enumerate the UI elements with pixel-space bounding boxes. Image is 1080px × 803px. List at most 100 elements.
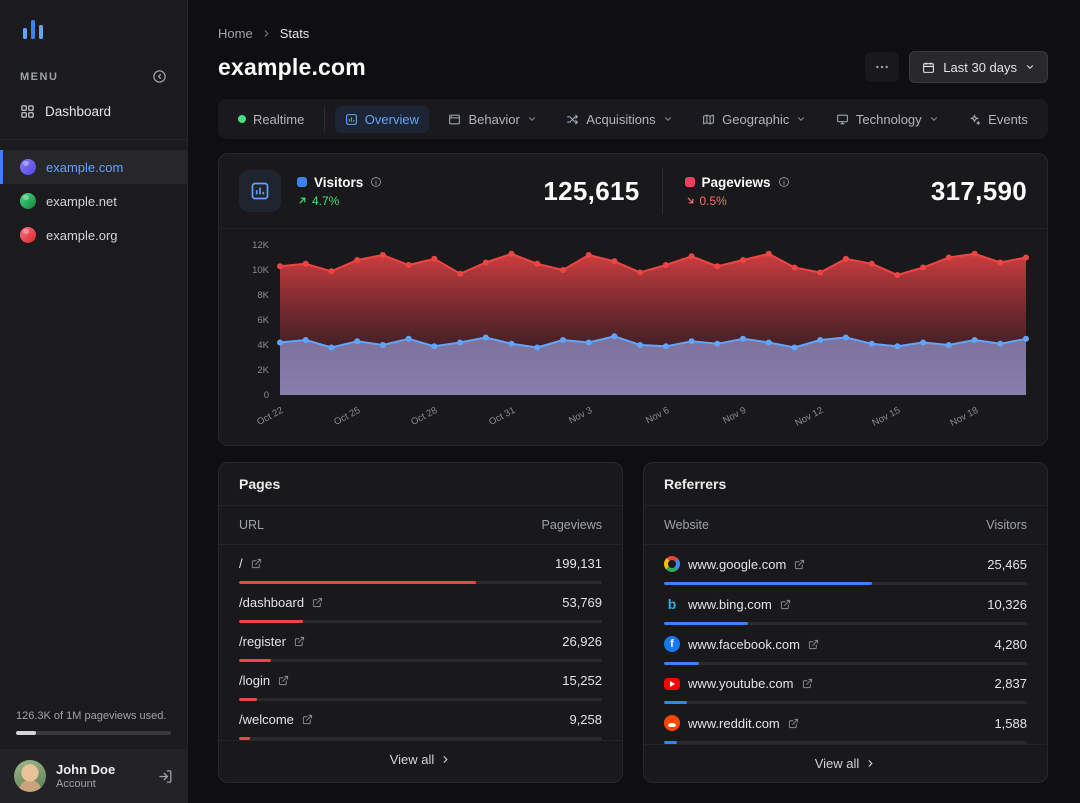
pages-view-all-button[interactable]: View all: [219, 740, 622, 778]
chevron-right-icon: [261, 28, 272, 39]
row-value: 2,837: [994, 676, 1027, 691]
breadcrumb-home[interactable]: Home: [218, 26, 253, 41]
external-link-icon[interactable]: [294, 636, 305, 647]
visitors-swatch: [297, 177, 307, 187]
sidebar: MENU Dashboard example.com example.net exa…: [0, 0, 188, 803]
external-link-icon[interactable]: [312, 597, 323, 608]
date-range-button[interactable]: Last 30 days: [909, 51, 1048, 83]
view-all-label: View all: [389, 752, 435, 767]
bing-favicon: [664, 596, 680, 612]
referrers-column-headers: Website Visitors: [644, 506, 1047, 545]
usage-progressbar: [16, 731, 171, 735]
divider: [661, 168, 663, 214]
pages-column-headers: URL Pageviews: [219, 506, 622, 545]
overview-icon: [345, 113, 358, 126]
chevron-right-icon: [865, 758, 876, 769]
stat-header: Visitors 4.7% 125,615 Pageviews 0.5% 317…: [219, 154, 1047, 229]
traffic-chart: 0 2K 4K 6K 8K 10K 12K Oct 22 Oct 25 Oct 28 Oct 31…: [239, 237, 1029, 441]
more-options-button[interactable]: [865, 52, 900, 82]
external-link-icon[interactable]: [808, 639, 819, 650]
column-header-pageviews: Pageviews: [541, 518, 602, 532]
tab-bar: Realtime Overview Behavior Acquisitions Geog…: [218, 99, 1048, 139]
collapse-sidebar-icon[interactable]: [152, 69, 167, 84]
bar-chart-icon: [251, 182, 269, 200]
tab-geographic[interactable]: Geographic: [692, 106, 816, 133]
external-link-icon[interactable]: [794, 559, 805, 570]
referrer-row[interactable]: www.youtube.com 2,837: [644, 665, 1047, 704]
tab-realtime[interactable]: Realtime: [228, 105, 326, 133]
external-link-icon[interactable]: [251, 558, 262, 569]
title-actions: Last 30 days: [865, 51, 1048, 83]
chart-style-button[interactable]: [239, 170, 281, 212]
sidebar-item-dashboard[interactable]: Dashboard: [0, 94, 187, 129]
user-role: Account: [56, 778, 96, 790]
site-label: example.org: [46, 227, 118, 243]
tab-technology[interactable]: Technology: [826, 106, 949, 133]
page-row[interactable]: /login 15,252: [219, 662, 622, 701]
sign-out-icon[interactable]: [158, 769, 173, 784]
x-axis-label: Oct 25: [332, 405, 363, 428]
calendar-icon: [922, 61, 935, 74]
referrer-row[interactable]: www.bing.com 10,326: [644, 585, 1047, 625]
external-link-icon[interactable]: [780, 599, 791, 610]
column-header-url: URL: [239, 518, 265, 532]
external-link-icon[interactable]: [302, 714, 313, 725]
chevron-down-icon: [796, 114, 806, 124]
app-logo[interactable]: [0, 0, 187, 53]
chevron-down-icon: [663, 114, 673, 124]
row-value: 25,465: [987, 556, 1027, 572]
page-row[interactable]: /welcome 9,258: [219, 701, 622, 740]
pageviews-change: 0.5%: [699, 193, 727, 208]
page-row[interactable]: /register 26,926: [219, 623, 622, 662]
x-axis-label: Nov 6: [643, 405, 672, 427]
external-link-icon[interactable]: [788, 718, 799, 729]
nav-label: Dashboard: [45, 104, 112, 119]
divider: [0, 139, 187, 140]
avatar: [14, 760, 46, 792]
pages-card-title: Pages: [219, 463, 622, 506]
date-range-label: Last 30 days: [943, 59, 1017, 75]
pageviews-value: 317,590: [930, 175, 1027, 206]
pageviews-swatch: [684, 177, 695, 187]
referrer-row[interactable]: www.reddit.com 1,588: [644, 704, 1047, 744]
row-value: 1,588: [994, 715, 1027, 731]
reddit-favicon: [664, 715, 680, 731]
y-axis-label: 8K: [257, 290, 269, 301]
external-link-icon[interactable]: [278, 675, 289, 686]
sidebar-item-example-org[interactable]: example.org: [0, 218, 187, 252]
external-link-icon[interactable]: [802, 678, 813, 689]
logo-bars-icon: [23, 20, 43, 39]
row-label: /: [239, 556, 243, 571]
y-axis-label: 4K: [257, 340, 269, 351]
y-axis-label: 0: [263, 390, 269, 401]
referrer-row[interactable]: www.facebook.com 4,280: [644, 625, 1047, 665]
tab-acquisitions[interactable]: Acquisitions: [556, 106, 682, 133]
row-label: /welcome: [239, 712, 294, 727]
breadcrumb: Home Stats: [218, 26, 1048, 41]
tab-behavior[interactable]: Behavior: [438, 106, 546, 133]
user-card[interactable]: John Doe Account: [0, 749, 187, 803]
info-icon[interactable]: [778, 176, 790, 188]
row-value: 199,131: [555, 556, 602, 571]
sidebar-item-example-net[interactable]: example.net: [0, 184, 187, 218]
menu-heading: MENU: [20, 70, 59, 83]
visitors-value: 125,615: [543, 175, 640, 206]
referrers-view-all-button[interactable]: View all: [644, 744, 1047, 782]
x-axis-label: Nov 12: [793, 405, 826, 429]
view-all-label: View all: [814, 756, 860, 771]
y-axis-label: 6K: [257, 315, 269, 326]
app-root: MENU Dashboard example.com example.net exa…: [0, 0, 1080, 803]
page-row[interactable]: / 199,131: [219, 545, 622, 584]
sidebar-item-example-com[interactable]: example.com: [0, 150, 187, 184]
visitors-change: 4.7%: [312, 193, 340, 208]
tab-events[interactable]: Events: [958, 106, 1038, 133]
trend-up-icon: [297, 195, 308, 206]
info-icon[interactable]: [370, 176, 382, 188]
x-axis-label: Oct 31: [486, 405, 517, 428]
main-content: Home Stats example.com Last 30 days Real…: [188, 0, 1080, 803]
pages-card: Pages URL Pageviews / 199,131/dashboard 53…: [218, 462, 623, 783]
x-axis-label: Nov 15: [870, 405, 903, 429]
referrer-row[interactable]: www.google.com 25,465: [644, 545, 1047, 585]
page-row[interactable]: /dashboard 53,769: [219, 584, 622, 623]
tab-overview[interactable]: Overview: [334, 105, 429, 133]
